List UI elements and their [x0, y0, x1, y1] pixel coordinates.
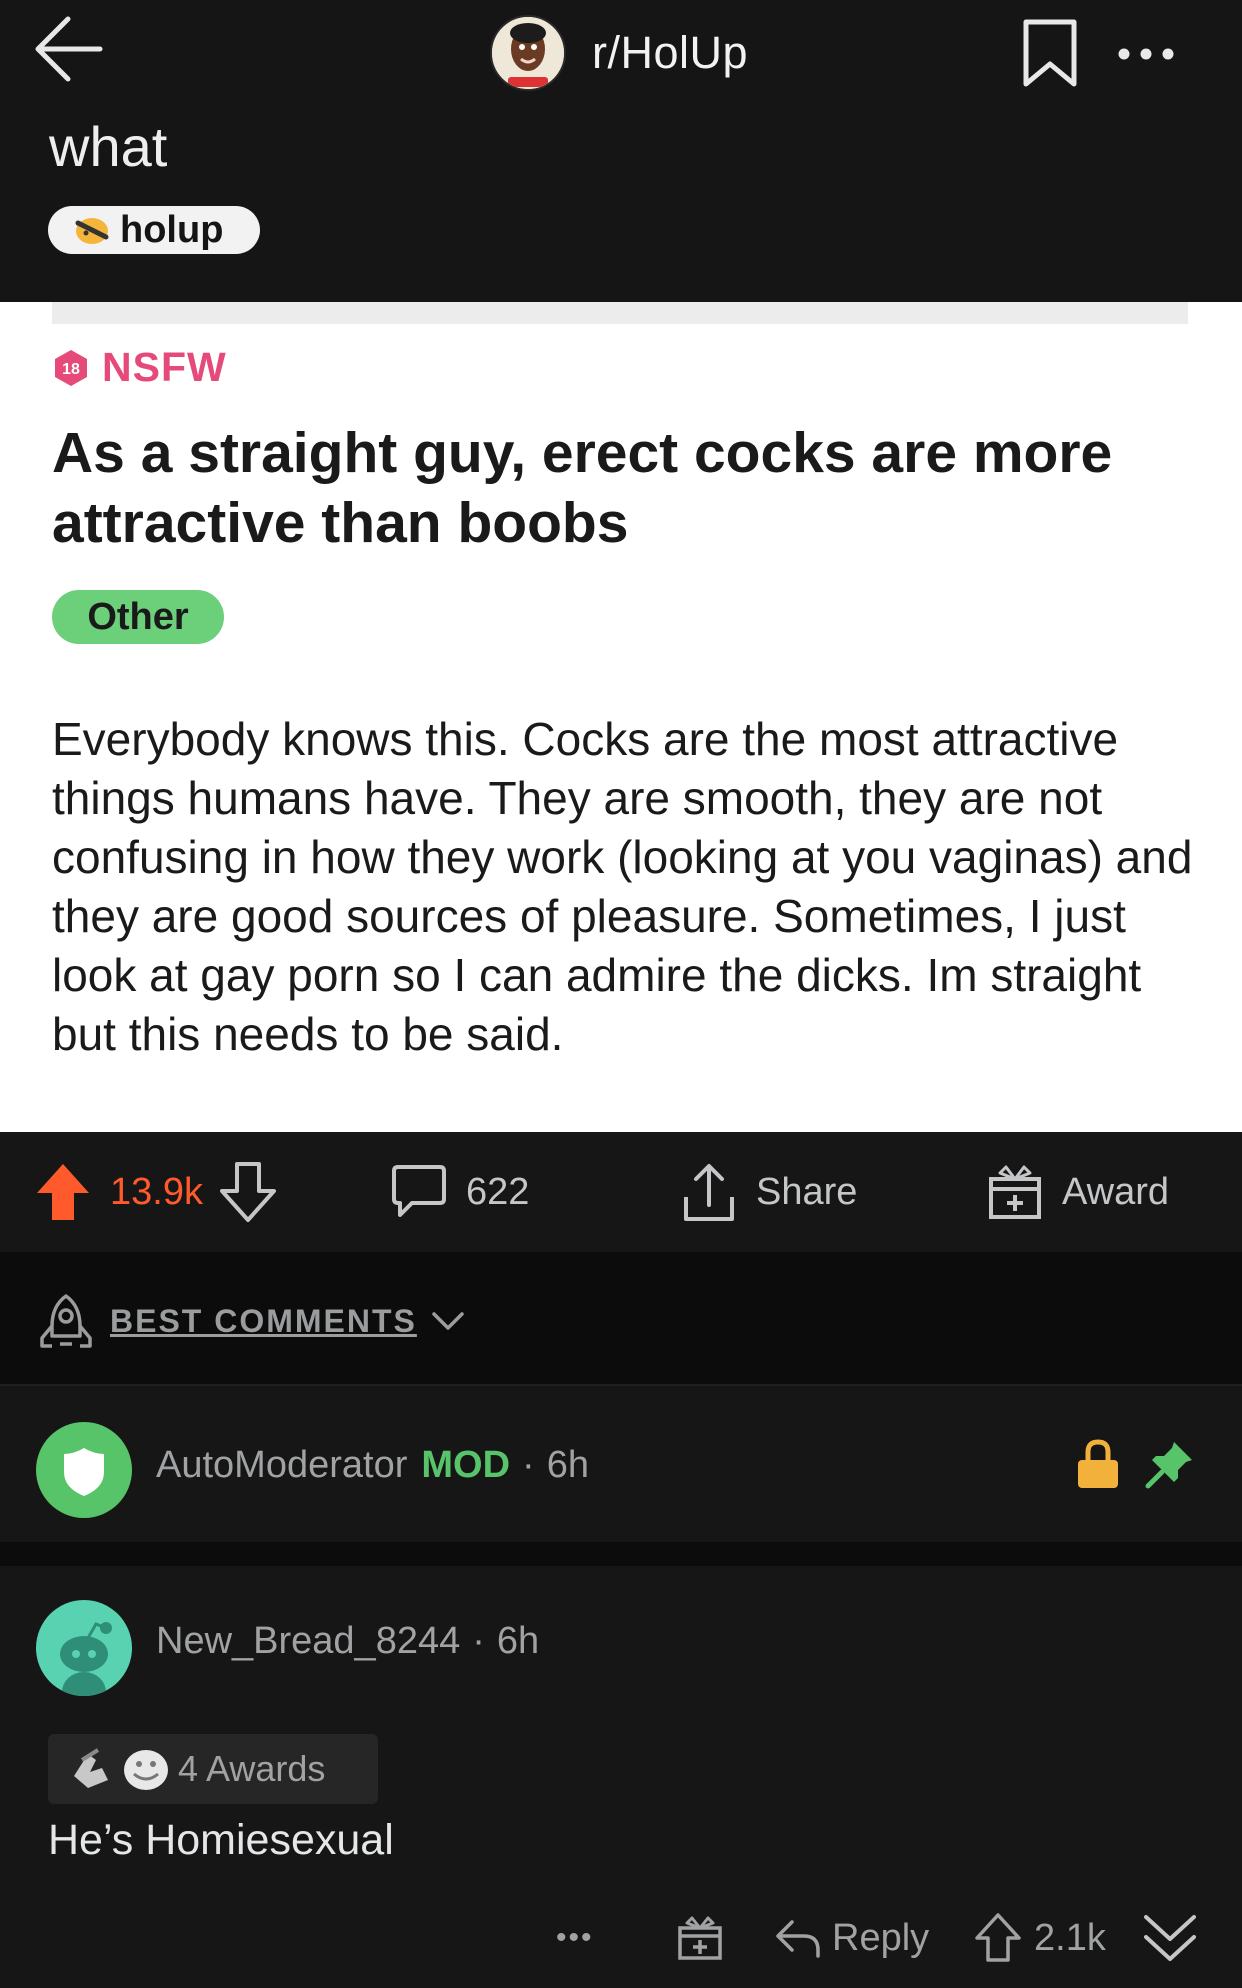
downvote-icon[interactable]	[219, 1161, 277, 1223]
sort-label: BEST COMMENTS	[110, 1302, 417, 1339]
lock-icon	[1078, 1439, 1118, 1488]
save-button[interactable]	[1020, 18, 1080, 90]
gift-icon	[678, 1916, 722, 1960]
user-avatar[interactable]	[36, 1600, 132, 1696]
award-wholesome-icon	[74, 1748, 108, 1788]
automod-avatar[interactable]	[36, 1422, 132, 1518]
award-button[interactable]: Award	[986, 1132, 1169, 1252]
upvote-icon[interactable]	[34, 1161, 92, 1223]
subreddit-avatar	[490, 15, 566, 91]
post-action-bar: 13.9k 622 Share Award	[0, 1132, 1242, 1252]
upvote-icon[interactable]	[974, 1912, 1022, 1964]
comment-sort-bar: BEST COMMENTS	[0, 1252, 1242, 1386]
vote-group: 13.9k	[34, 1132, 277, 1252]
share-button[interactable]: Share	[680, 1132, 857, 1252]
comment-username[interactable]: New_Bread_8244	[156, 1620, 460, 1663]
nsfw-tag: 18 NSFW	[52, 344, 227, 391]
comment-vote-group: 2.1k	[974, 1898, 1106, 1978]
snoo-avatar-icon	[60, 1622, 112, 1696]
more-icon	[1118, 48, 1174, 60]
comments-button[interactable]: 622	[390, 1132, 529, 1252]
nsfw-badge-icon: 18	[55, 349, 87, 386]
more-options-button[interactable]	[1114, 36, 1178, 72]
comment-more-button[interactable]: •••	[556, 1898, 594, 1978]
back-arrow-icon	[35, 16, 103, 82]
rocket-icon	[40, 1294, 92, 1348]
awards-count: 4 Awards	[178, 1748, 326, 1789]
award-face-icon	[124, 1750, 168, 1790]
subreddit-link[interactable]: r/HolUp	[490, 15, 749, 91]
award-label: Award	[1062, 1170, 1170, 1213]
collapse-thread-button[interactable]	[1142, 1898, 1198, 1978]
screenshot-flair: Other	[52, 590, 224, 644]
reply-icon	[776, 1920, 820, 1958]
post-flair[interactable]: holup	[48, 206, 260, 254]
automod-meta: AutoModerator MOD · 6h	[156, 1444, 589, 1487]
collapse-icon	[1144, 1915, 1196, 1961]
reply-button[interactable]: Reply	[774, 1898, 929, 1978]
share-icon	[684, 1164, 734, 1221]
automod-username[interactable]: AutoModerator	[156, 1444, 407, 1487]
screenshot-body: Everybody knows this. Cocks are the most…	[52, 713, 1193, 1060]
pin-icon	[1145, 1442, 1192, 1489]
meta-dot: ·	[522, 1444, 535, 1486]
post-header: r/HolUp what holup	[0, 0, 1242, 302]
image-top-divider	[52, 302, 1188, 324]
mod-tag: MOD	[421, 1444, 511, 1486]
screenshot-title: As a straight guy, erect cocks are more …	[52, 421, 1113, 555]
comment-award-button[interactable]	[676, 1898, 724, 1978]
post-image[interactable]: 18 NSFW As a straight guy, erect cocks a…	[0, 302, 1242, 1132]
comment-score: 2.1k	[1034, 1916, 1106, 1959]
shield-icon	[64, 1448, 104, 1496]
reply-label: Reply	[832, 1916, 930, 1959]
holup-emoji-icon	[75, 218, 109, 244]
back-button[interactable]	[30, 14, 110, 84]
nsfw-label: NSFW	[102, 344, 227, 390]
award-icon	[989, 1165, 1041, 1219]
comment-count: 622	[466, 1170, 530, 1213]
automod-age: 6h	[546, 1444, 589, 1486]
comment-icon	[392, 1165, 446, 1217]
post-title: what	[49, 115, 168, 178]
comment-divider	[0, 1542, 1242, 1566]
flair-label: holup	[120, 208, 224, 251]
more-icon: •••	[556, 1921, 594, 1954]
meta-dot: ·	[472, 1620, 485, 1662]
automod-comment[interactable]: AutoModerator MOD · 6h	[0, 1386, 1242, 1542]
share-label: Share	[756, 1170, 858, 1213]
bookmark-icon	[1023, 19, 1077, 87]
comment-age: 6h	[496, 1620, 540, 1662]
chevron-down-icon	[432, 1312, 464, 1330]
comment-meta: New_Bread_8244 · 6h	[156, 1620, 539, 1663]
comment[interactable]: New_Bread_8244 · 6h 4 Awards He’s Homies…	[0, 1566, 1242, 1988]
subreddit-name: r/HolUp	[592, 27, 749, 78]
comment-sort-button[interactable]: BEST COMMENTS	[38, 1292, 465, 1350]
comment-body: He’s Homiesexual	[48, 1816, 394, 1864]
nsfw-badge-text: 18	[62, 361, 80, 378]
upvote-count: 13.9k	[110, 1170, 203, 1213]
comment-awards[interactable]: 4 Awards	[48, 1734, 378, 1804]
